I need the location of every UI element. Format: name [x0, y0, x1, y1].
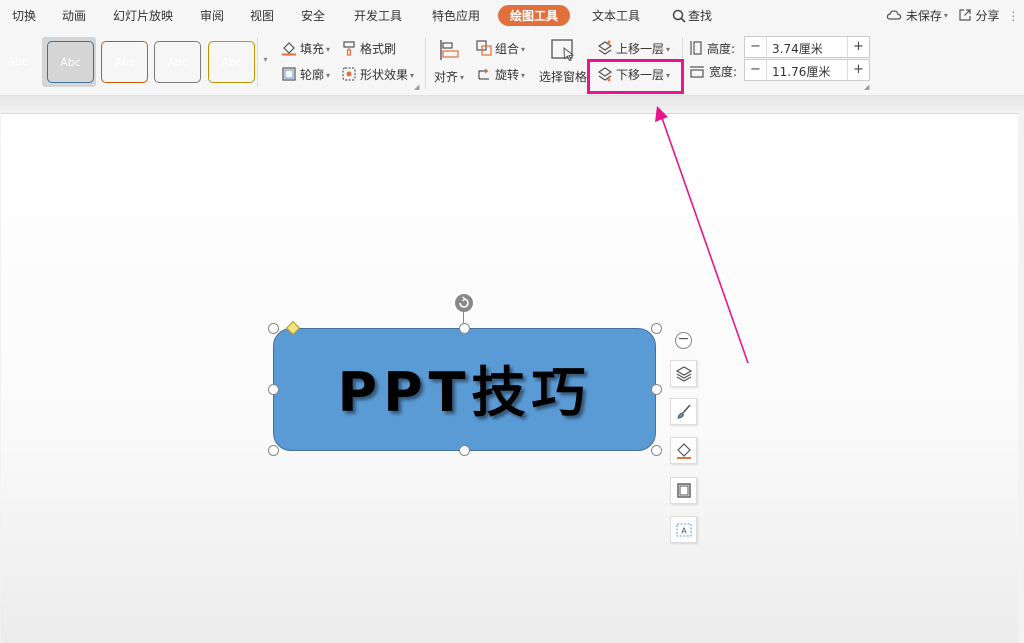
annotation-arrow	[655, 106, 749, 364]
